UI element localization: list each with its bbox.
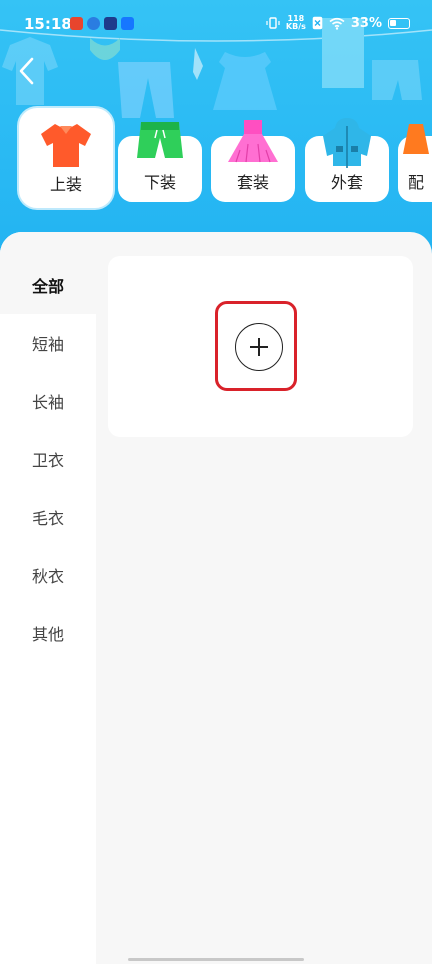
sidebar-item-all[interactable]: 全部 — [0, 232, 96, 314]
category-label: 套装 — [236, 173, 269, 192]
sidebar-item-label: 全部 — [32, 277, 65, 296]
sidebar-item-label: 其他 — [32, 625, 65, 644]
app-icon-red — [70, 17, 83, 30]
sidebar-item-label: 卫衣 — [32, 451, 65, 470]
category-tab-accessories[interactable]: 配 — [398, 124, 432, 202]
category-label: 外套 — [330, 173, 363, 192]
status-right: 118 KB/s 33% — [266, 15, 410, 31]
vibrate-icon — [266, 17, 280, 29]
category-label: 下装 — [143, 173, 176, 192]
sidebar-item-other[interactable]: 其他 — [0, 604, 96, 662]
subcategory-sidebar: 全部 短袖 长袖 卫衣 毛衣 秋衣 其他 — [0, 232, 96, 964]
category-tab-sets[interactable]: 套装 — [211, 120, 295, 202]
no-sim-icon — [312, 16, 323, 30]
jacket-icon — [323, 118, 371, 168]
app-icon-video — [104, 17, 117, 30]
sidebar-item-hoodie[interactable]: 卫衣 — [0, 430, 96, 488]
dress-icon — [228, 120, 278, 163]
category-tab-bottoms[interactable]: 下装 — [118, 122, 202, 202]
battery-icon — [388, 17, 410, 29]
category-tab-outerwear[interactable]: 外套 — [305, 118, 389, 202]
category-label: 上装 — [49, 175, 82, 194]
accessory-icon — [403, 124, 429, 154]
notification-icons — [70, 17, 134, 30]
content-panel: 全部 短袖 长袖 卫衣 毛衣 秋衣 其他 — [0, 232, 432, 964]
sidebar-item-short-sleeve[interactable]: 短袖 — [0, 314, 96, 372]
net-speed-unit: KB/s — [285, 22, 306, 31]
back-arrow-icon[interactable] — [12, 54, 42, 88]
category-tab-tops[interactable]: 上装 — [19, 108, 113, 208]
sidebar-item-label: 长袖 — [32, 393, 65, 412]
net-speed: 118 KB/s — [286, 15, 306, 31]
sidebar-item-thermal[interactable]: 秋衣 — [0, 546, 96, 604]
header-banner: 15:18 118 KB/s 33% 上装 下装 套装 外套 配 — [0, 0, 432, 262]
category-label: 配 — [408, 173, 425, 192]
status-bar: 15:18 118 KB/s 33% — [0, 0, 432, 48]
shorts-icon — [137, 122, 183, 158]
battery-percent: 33% — [350, 15, 382, 31]
home-indicator — [128, 958, 304, 961]
sidebar-item-sweater[interactable]: 毛衣 — [0, 488, 96, 546]
status-time: 15:18 — [24, 15, 72, 33]
category-tabs: 上装 下装 套装 外套 配 — [0, 108, 432, 208]
sidebar-item-label: 秋衣 — [32, 567, 65, 586]
sidebar-item-label: 毛衣 — [32, 509, 65, 528]
shirt-icon — [41, 124, 91, 167]
sidebar-item-label: 短袖 — [32, 335, 65, 354]
sidebar-item-long-sleeve[interactable]: 长袖 — [0, 372, 96, 430]
plus-circle-icon[interactable] — [235, 323, 283, 371]
app-icon-alipay — [121, 17, 134, 30]
wifi-icon — [329, 17, 345, 30]
add-item-card — [108, 256, 413, 437]
app-icon-blue-swirl — [87, 17, 100, 30]
